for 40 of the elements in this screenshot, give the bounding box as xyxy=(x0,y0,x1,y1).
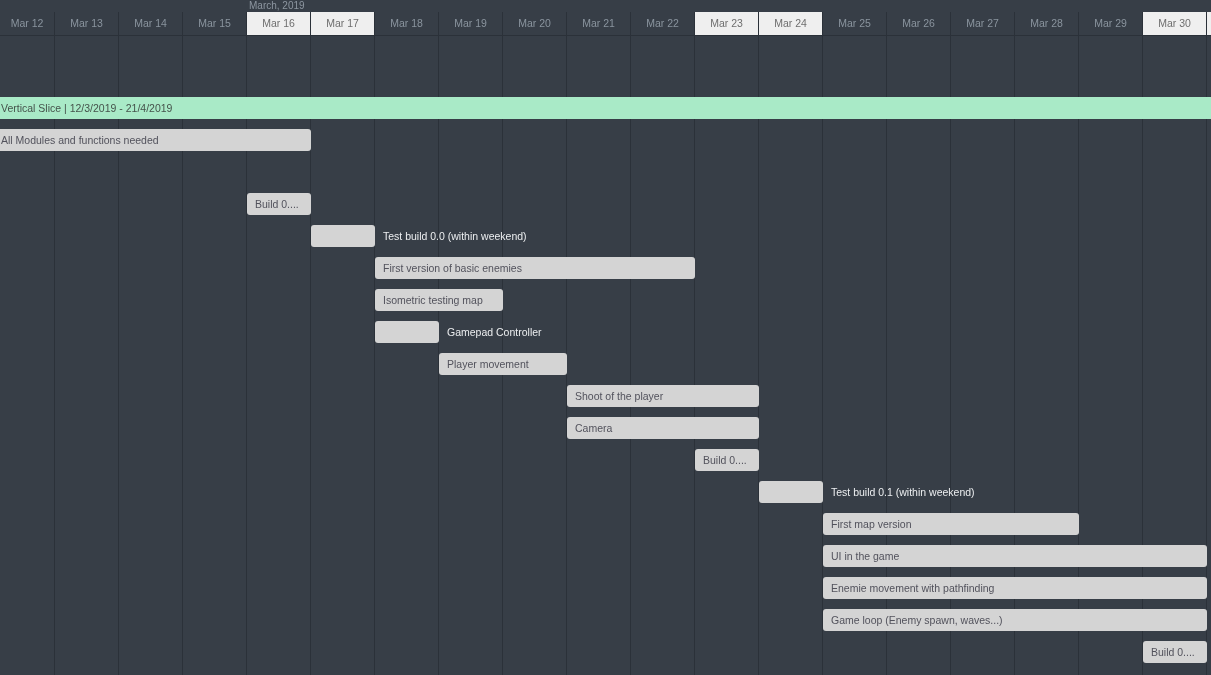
day-header-cell: Mar 13 xyxy=(55,12,119,36)
task-bar[interactable]: Build 0.... xyxy=(695,449,759,471)
day-header-cell: Mar 17 xyxy=(311,12,375,36)
task-bar[interactable]: Build 0.... xyxy=(1143,641,1207,663)
task-bar[interactable]: All Modules and functions needed xyxy=(0,129,311,151)
task-bar[interactable]: First version of basic enemies xyxy=(375,257,695,279)
day-header-cell: Mar 23 xyxy=(695,12,759,36)
task-bar[interactable]: Player movement xyxy=(439,353,567,375)
day-header-cell: Mar 20 xyxy=(503,12,567,36)
day-header-cell: Mar 26 xyxy=(887,12,951,36)
task-bar[interactable] xyxy=(375,321,439,343)
day-header-cell: Mar 12 xyxy=(0,12,55,36)
day-header-cell: Mar 18 xyxy=(375,12,439,36)
task-bar[interactable]: UI in the game xyxy=(823,545,1207,567)
month-label: March, 2019 xyxy=(248,0,305,12)
task-bar[interactable]: Shoot of the player xyxy=(567,385,759,407)
task-bar[interactable]: First map version xyxy=(823,513,1079,535)
task-bar[interactable]: Game loop (Enemy spawn, waves...) xyxy=(823,609,1207,631)
day-header-cell: Mar 27 xyxy=(951,12,1015,36)
day-header-cell: Mar 22 xyxy=(631,12,695,36)
task-label: Test build 0.1 (within weekend) xyxy=(830,485,975,500)
task-bar[interactable] xyxy=(759,481,823,503)
task-bar[interactable]: Enemie movement with pathfinding xyxy=(823,577,1207,599)
day-header-cell: Mar 25 xyxy=(823,12,887,36)
day-header-cell: Mar 30 xyxy=(1143,12,1207,36)
day-header-cell: Mar 29 xyxy=(1079,12,1143,36)
day-header-cell: Mar 19 xyxy=(439,12,503,36)
task-bar[interactable]: Camera xyxy=(567,417,759,439)
day-header-cell: Mar 14 xyxy=(119,12,183,36)
day-header-cell: Mar 15 xyxy=(183,12,247,36)
day-header-cell: Mar 21 xyxy=(567,12,631,36)
task-bar[interactable]: Isometric testing map xyxy=(375,289,503,311)
day-header-cell: Mar 16 xyxy=(247,12,311,36)
day-header-cell: Mar 28 xyxy=(1015,12,1079,36)
day-header-cell: Mar 24 xyxy=(759,12,823,36)
task-bar[interactable]: Build 0.... xyxy=(247,193,311,215)
task-bar[interactable] xyxy=(311,225,375,247)
project-bar[interactable]: Vertical Slice | 12/3/2019 - 21/4/2019 xyxy=(0,97,1211,119)
task-label: Gamepad Controller xyxy=(446,325,542,340)
task-label: Test build 0.0 (within weekend) xyxy=(382,229,527,244)
